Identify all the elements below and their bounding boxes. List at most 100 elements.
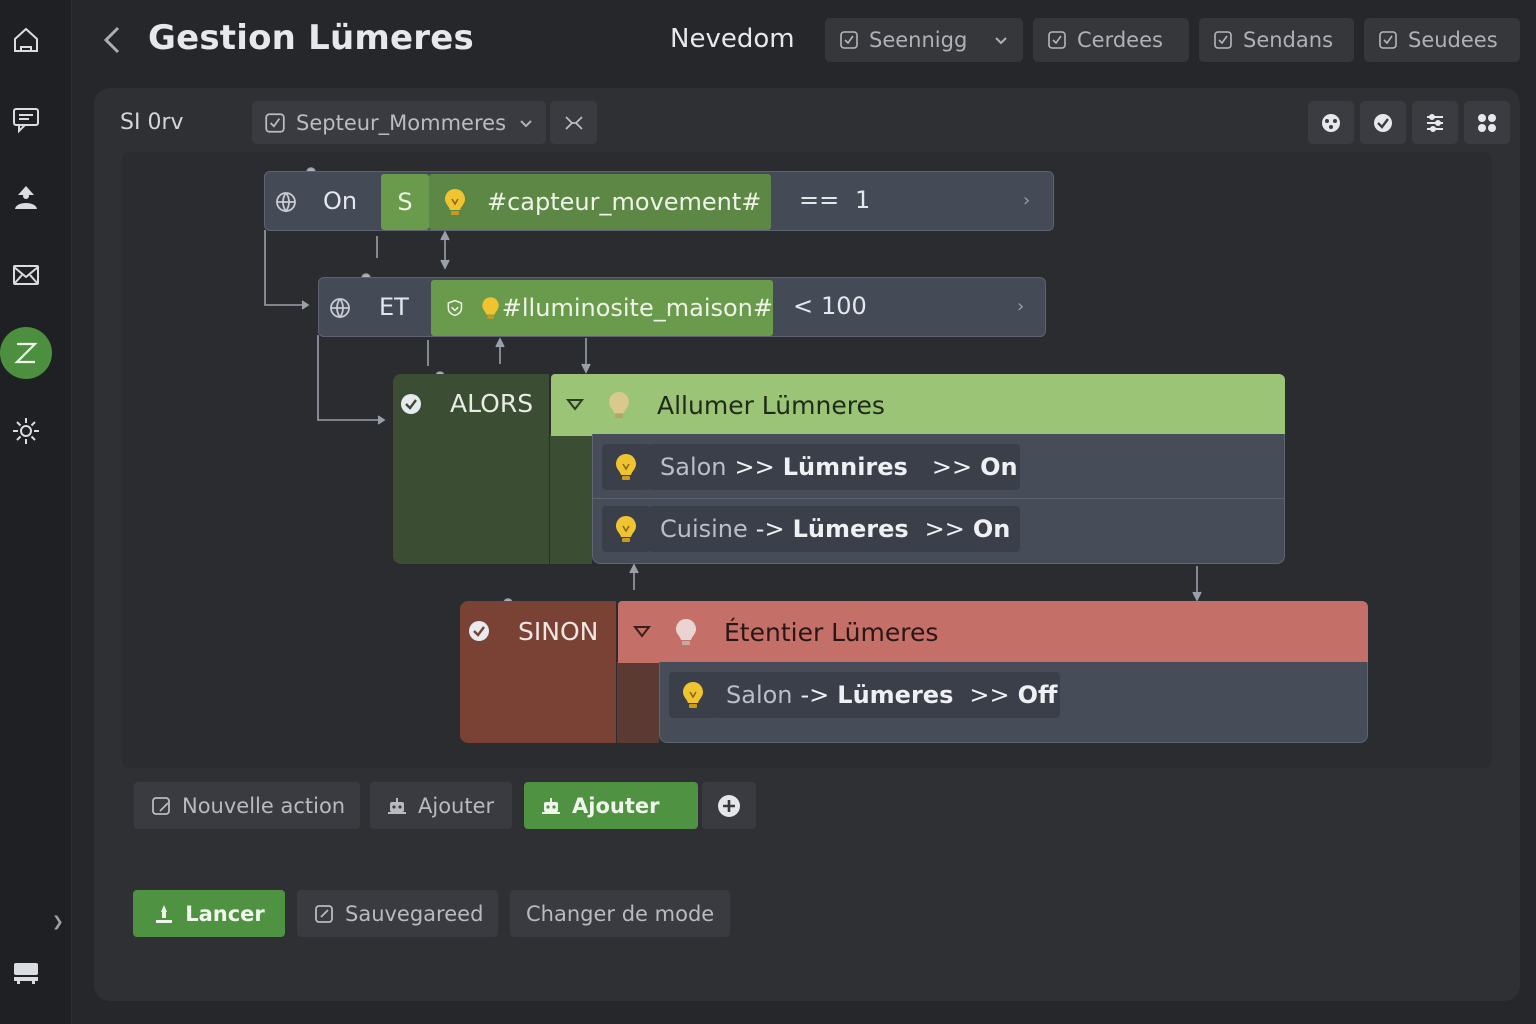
tool-button-4[interactable]: [1464, 101, 1510, 144]
checkbox-icon: [840, 31, 858, 49]
then-action-1-room: Salon: [660, 453, 727, 481]
chevron-right-icon[interactable]: ›: [1023, 190, 1030, 211]
launch-icon: [156, 904, 173, 923]
save-label: Sauvegareed: [345, 901, 484, 926]
filter-icon: [1427, 113, 1443, 132]
then-action-1-target: Lümnires: [782, 453, 908, 481]
tool-button-2[interactable]: [1360, 101, 1406, 144]
then-action-1[interactable]: Salon >> Lümnires >> On: [648, 444, 1020, 490]
else-action-1-state: Off: [1017, 681, 1058, 709]
new-action-label: Nouvelle action: [182, 793, 346, 818]
else-title: Étentier Lümeres: [724, 617, 939, 647]
sensor-select-value: Septeur_Mommeres: [296, 110, 507, 135]
shuffle-button[interactable]: [550, 101, 597, 144]
condition-1-variable[interactable]: #capteur_movement#: [429, 174, 771, 230]
shuffle-icon: [564, 115, 583, 130]
home-icon[interactable]: [6, 20, 46, 60]
then-action-1-arrow: >>: [734, 453, 775, 481]
mail-icon[interactable]: [6, 255, 46, 295]
bulb-icon: [616, 516, 636, 542]
back-icon[interactable]: [98, 22, 128, 58]
then-action-2-arrow: ->: [755, 515, 785, 543]
scenario-icon[interactable]: [0, 327, 52, 379]
condition-2-operator: <: [793, 292, 814, 320]
then-action-2-arrow-2: >>: [924, 515, 965, 543]
chevron-down-icon: [520, 119, 532, 127]
save-button[interactable]: Sauvegareed: [297, 890, 498, 937]
check-circle-icon: [401, 394, 421, 414]
change-mode-label: Changer de mode: [526, 901, 715, 926]
then-divider: [593, 498, 1284, 499]
new-action-button[interactable]: Nouvelle action: [134, 782, 360, 829]
checkbox-icon: [1379, 31, 1397, 49]
else-keyword: SINON: [518, 616, 599, 646]
else-action-1[interactable]: Salon -> Lümeres >> Off: [714, 672, 1060, 718]
run-label: Lancer: [185, 901, 265, 926]
robot-icon: [388, 797, 406, 814]
header-button-3[interactable]: Sendans: [1199, 18, 1354, 62]
then-action-2-target: Lümeres: [792, 515, 909, 543]
bulb-icon: [445, 189, 465, 215]
page-title: Gestion Lümeres: [148, 18, 474, 58]
header-button-2-label: Cerdees: [1077, 28, 1163, 52]
header-button-2[interactable]: Cerdees: [1033, 18, 1189, 62]
plus-circle-icon: [718, 794, 740, 817]
sensor-select[interactable]: Septeur_Mommeres: [252, 101, 546, 144]
then-header[interactable]: Allumer Lümneres: [551, 374, 1285, 436]
tool-button-1[interactable]: [1308, 101, 1354, 144]
chat-icon[interactable]: [6, 99, 46, 139]
globe-icon: [330, 298, 350, 319]
shield-icon: [447, 299, 463, 317]
then-action-1-state: On: [980, 453, 1018, 481]
then-action-2[interactable]: Cuisine -> Lümeres >> On: [648, 506, 1020, 552]
condition-row-1[interactable]: On S #capteur_movement# == 1 ›: [264, 171, 1054, 231]
change-mode-button[interactable]: Changer de mode: [510, 890, 730, 937]
checkbox-icon: [1048, 31, 1066, 49]
condition-2-keyword: ET: [379, 293, 409, 321]
run-button[interactable]: Lancer: [133, 890, 285, 937]
add-primary-label: Ajouter: [572, 793, 660, 818]
robot-icon: [542, 797, 560, 814]
chevron-down-icon: [565, 399, 585, 411]
header-button-1[interactable]: Seennigg: [825, 18, 1023, 62]
header-button-4-label: Seudees: [1408, 28, 1498, 52]
condition-row-2[interactable]: ET #lluminosite_maison# < 100 ›: [318, 277, 1046, 337]
grid-icon: [1478, 113, 1496, 132]
edit-icon: [152, 796, 170, 815]
add-button-primary[interactable]: Ajouter: [524, 782, 698, 829]
bulb-icon: [683, 682, 703, 708]
else-header[interactable]: Étentier Lümeres: [618, 601, 1368, 663]
condition-2-variable[interactable]: #lluminosite_maison#: [431, 280, 773, 336]
collapse-chevron-icon[interactable]: ❯: [52, 914, 64, 930]
then-block-gutter: [550, 434, 592, 564]
chevron-right-icon[interactable]: ›: [1017, 296, 1024, 317]
add-button-secondary[interactable]: Ajouter: [370, 782, 512, 829]
condition-1-operator: ==: [799, 186, 840, 214]
header-button-4[interactable]: Seudees: [1364, 18, 1520, 62]
app-name: Nevedom: [670, 24, 795, 54]
else-action-1-arrow: ->: [800, 681, 830, 709]
add-circle-button[interactable]: [702, 782, 756, 829]
else-block-gutter: [617, 662, 659, 743]
bulb-icon: [482, 297, 499, 319]
condition-2-value[interactable]: 100: [821, 292, 867, 320]
condition-1-variable-text: #capteur_movement#: [487, 188, 762, 216]
check-circle-icon: [1374, 113, 1392, 132]
tool-button-3[interactable]: [1412, 101, 1458, 144]
condition-1-value[interactable]: 1: [855, 186, 870, 214]
settings-icon[interactable]: [6, 411, 46, 451]
else-action-1-arrow-2: >>: [969, 681, 1010, 709]
user-icon[interactable]: [6, 177, 46, 217]
else-action-1-icon: [669, 672, 717, 718]
terminal-icon[interactable]: [6, 952, 46, 992]
chevron-down-icon: [995, 37, 1007, 45]
header-button-3-label: Sendans: [1243, 28, 1334, 52]
condition-1-keyword: On: [323, 187, 358, 215]
condition-1-prefix-text: S: [397, 188, 413, 216]
condition-1-prefix[interactable]: S: [381, 174, 429, 230]
check-circle-icon: [469, 621, 489, 641]
palette-icon: [1322, 113, 1340, 132]
sidebar: ❯: [0, 0, 72, 1024]
checkbox-icon: [1214, 31, 1232, 49]
add-secondary-label: Ajouter: [418, 793, 495, 818]
